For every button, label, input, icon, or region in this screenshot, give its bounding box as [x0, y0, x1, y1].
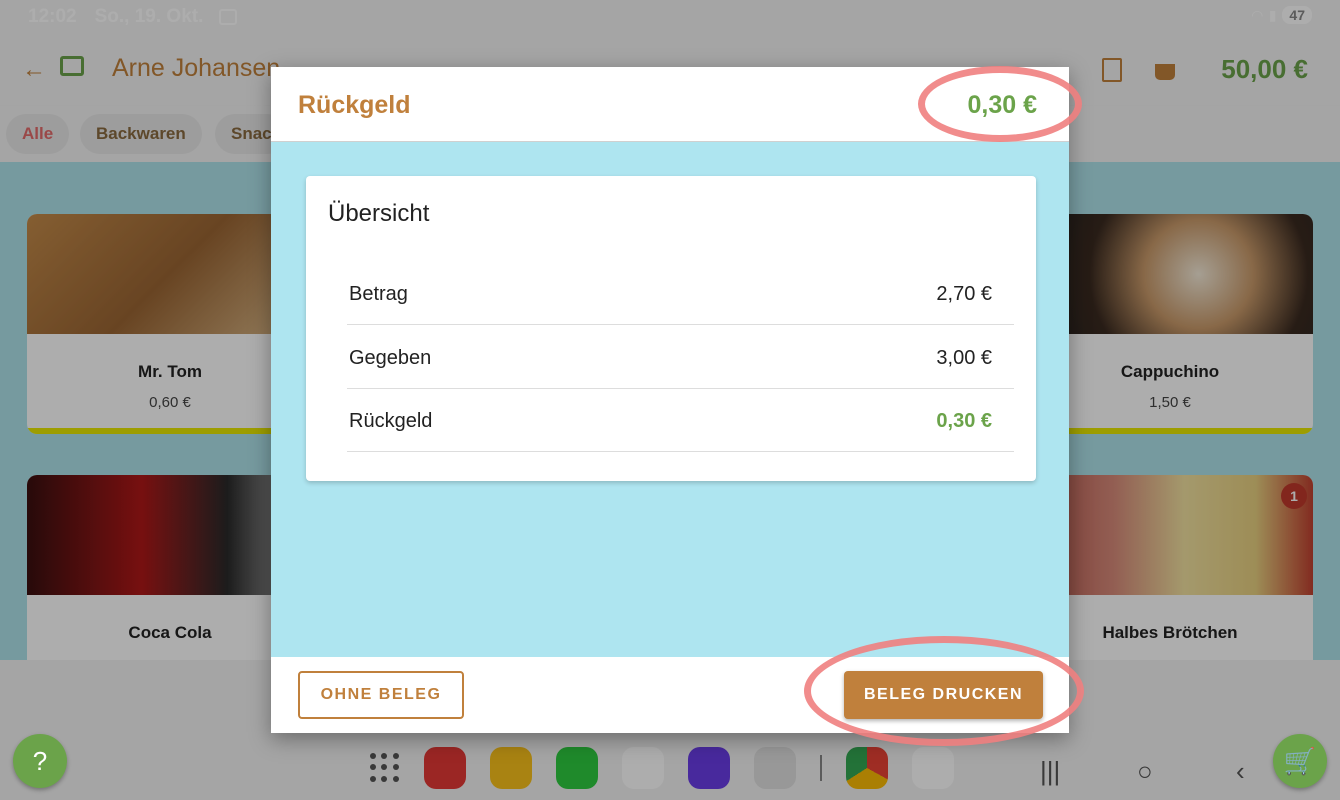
row-label: Rückgeld — [349, 410, 433, 432]
row-label: Betrag — [349, 283, 408, 305]
help-button[interactable]: ? — [13, 734, 67, 788]
summary-row-gegeben: Gegeben 3,00 € — [347, 325, 1014, 389]
change-dialog: Rückgeld 0,30 € Übersicht Betrag 2,70 € … — [271, 67, 1069, 733]
highlight-ring-amount — [918, 66, 1082, 142]
summary-row-betrag: Betrag 2,70 € — [347, 261, 1014, 325]
summary-row-rueckgeld: Rückgeld 0,30 € — [347, 388, 1014, 452]
overview-panel: Übersicht Betrag 2,70 € Gegeben 3,00 € R… — [306, 176, 1036, 481]
cart-icon[interactable]: 🛒 — [1273, 734, 1327, 788]
panel-title: Übersicht — [328, 200, 430, 227]
highlight-ring-print — [804, 636, 1084, 746]
dialog-title: Rückgeld — [298, 91, 411, 119]
row-value: 3,00 € — [936, 347, 992, 369]
row-value: 0,30 € — [936, 410, 992, 432]
row-value: 2,70 € — [936, 283, 992, 305]
no-receipt-button[interactable]: OHNE BELEG — [298, 671, 464, 719]
row-label: Gegeben — [349, 347, 432, 369]
